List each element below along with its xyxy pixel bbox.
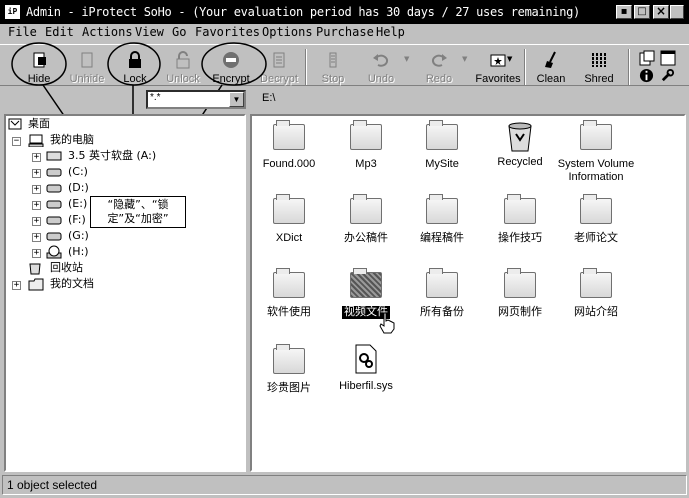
folder-icon	[580, 268, 612, 298]
file-filter-value: *.*	[150, 92, 161, 103]
encrypt-highlight-circle	[201, 42, 267, 86]
folder-icon	[273, 120, 305, 150]
file-item[interactable]: 网页制作	[480, 268, 560, 319]
hide-highlight-circle	[11, 42, 67, 86]
hard-drive-icon	[46, 168, 62, 177]
expand-icon[interactable]: +	[32, 153, 41, 162]
current-path: E:\	[262, 92, 276, 104]
hard-drive-icon	[46, 232, 62, 241]
file-item[interactable]: 网站介绍	[556, 268, 636, 319]
filter-dropdown-button[interactable]: ▼	[229, 92, 244, 107]
expand-icon[interactable]: +	[32, 169, 41, 178]
hard-drive-icon	[46, 200, 62, 209]
folder-icon	[504, 268, 536, 298]
address-bar: *.* ▼ E:\	[0, 88, 689, 194]
file-item[interactable]: 珍贵图片	[249, 344, 329, 395]
file-item[interactable]: 软件使用	[249, 268, 329, 319]
tree-label: (H:)	[68, 245, 89, 258]
file-name: XDict	[275, 232, 303, 244]
folder-icon	[350, 194, 382, 224]
file-item[interactable]: 老师论文	[556, 194, 636, 245]
folder-icon	[273, 268, 305, 298]
folder-icon	[426, 120, 458, 150]
file-name: 所有备份	[420, 306, 464, 318]
tree-label: 3.5 英寸软盘 (A:)	[68, 149, 157, 162]
file-name: Mp3	[355, 158, 377, 170]
tree-label: (G:)	[68, 229, 89, 242]
callout-line: 定”及“加密”	[107, 212, 169, 225]
file-name: MySite	[425, 158, 459, 170]
file-name: Hiberfil.sys	[339, 380, 393, 392]
hard-drive-icon	[46, 184, 62, 193]
recycle-bin-icon	[508, 122, 532, 152]
file-name: Found.000	[262, 158, 316, 170]
file-name: 网站介绍	[574, 306, 618, 318]
file-item[interactable]: XDict	[249, 194, 329, 245]
file-name: System Volume Information	[557, 158, 635, 183]
file-item[interactable]: MySite	[402, 120, 482, 171]
floppy-drive-icon	[46, 151, 62, 161]
hand-cursor-icon	[379, 312, 395, 334]
system-file-icon	[355, 344, 377, 374]
file-name: 网页制作	[498, 306, 542, 318]
tree-label: (F:)	[68, 213, 86, 226]
recycle-bin-icon	[29, 263, 41, 275]
file-item[interactable]: 编程稿件	[402, 194, 482, 245]
status-bar: 1 object selected	[2, 475, 687, 495]
expand-icon[interactable]: +	[32, 185, 41, 194]
expand-icon[interactable]: +	[32, 249, 41, 258]
tree-label: 回收站	[50, 261, 83, 274]
file-item[interactable]: 操作技巧	[480, 194, 560, 245]
file-name: 老师论文	[574, 232, 618, 244]
file-name: 操作技巧	[498, 232, 542, 244]
lock-highlight-circle	[107, 42, 161, 86]
tree-label: (D:)	[68, 181, 89, 194]
folder-icon	[426, 194, 458, 224]
folder-icon	[504, 194, 536, 224]
desktop-icon	[8, 118, 22, 130]
expand-icon[interactable]: +	[32, 217, 41, 226]
callout-line: “隐藏”、“锁	[107, 198, 169, 211]
folder-icon	[273, 194, 305, 224]
file-item[interactable]: System Volume Information	[550, 120, 642, 184]
cd-drive-icon	[46, 245, 62, 259]
collapse-icon[interactable]: −	[12, 137, 21, 146]
tree-label: 我的电脑	[50, 133, 94, 146]
file-name: 软件使用	[267, 306, 311, 318]
expand-icon[interactable]: +	[12, 281, 21, 290]
folder-icon	[28, 278, 44, 291]
file-name: Recycled	[497, 156, 543, 168]
expand-icon[interactable]: +	[32, 201, 41, 210]
folder-icon	[580, 194, 612, 224]
file-item[interactable]: Recycled	[480, 120, 560, 169]
file-item[interactable]: Mp3	[326, 120, 406, 171]
folder-tree-pane[interactable]: 桌面 − 我的电脑 + 3.5 英寸软盘 (A:) + (C:) + (D:) …	[4, 114, 246, 472]
file-name: 编程稿件	[420, 232, 464, 244]
annotation-callout: “隐藏”、“锁 定”及“加密”	[90, 196, 186, 228]
computer-icon	[28, 134, 44, 147]
file-list-pane[interactable]: Found.000 Mp3 MySite Recycled System Vol…	[250, 114, 686, 472]
folder-icon	[580, 120, 612, 150]
file-name: 珍贵图片	[267, 382, 311, 394]
tree-label: (C:)	[68, 165, 88, 178]
file-item[interactable]: 所有备份	[402, 268, 482, 319]
tree-label: (E:)	[68, 197, 88, 210]
tree-label: 我的文档	[50, 277, 94, 290]
folder-icon	[350, 120, 382, 150]
file-name: 办公稿件	[344, 232, 388, 244]
file-item[interactable]: Hiberfil.sys	[326, 344, 406, 393]
folder-icon	[273, 344, 305, 374]
hard-drive-icon	[46, 216, 62, 225]
folder-icon	[426, 268, 458, 298]
hidden-folder-icon	[350, 268, 382, 298]
file-item[interactable]: 办公稿件	[326, 194, 406, 245]
file-filter-combo[interactable]: *.* ▼	[146, 90, 246, 109]
expand-icon[interactable]: +	[32, 233, 41, 242]
tree-label: 桌面	[28, 116, 50, 132]
file-item[interactable]: Found.000	[249, 120, 329, 171]
